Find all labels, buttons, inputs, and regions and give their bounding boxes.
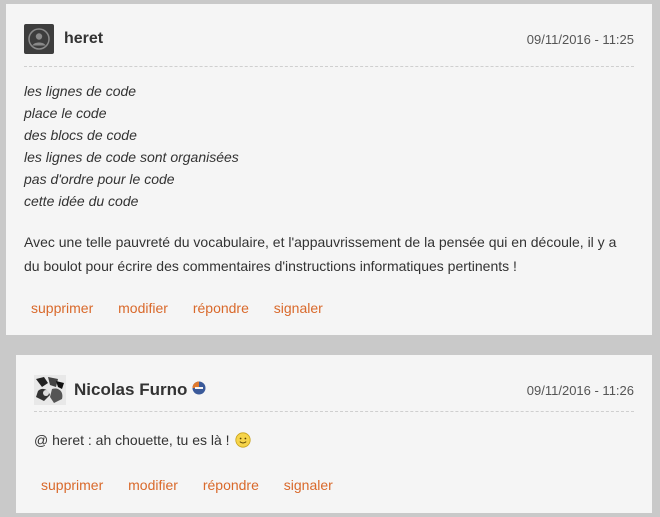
code-line: les lignes de code sont organisées: [24, 149, 239, 165]
code-line: les lignes de code: [24, 83, 137, 99]
smiley-icon: [235, 432, 252, 448]
delete-link[interactable]: supprimer: [41, 477, 103, 493]
comment-header: heret 09/11/2016 - 11:25: [24, 24, 634, 67]
code-line: cette idée du code: [24, 193, 139, 209]
comment-card: Nicolas Furno 09/11/2016 - 11:26 @ heret…: [16, 355, 652, 513]
code-line: des blocs de code: [24, 127, 137, 143]
comment-date: 09/11/2016 - 11:26: [526, 383, 634, 398]
code-line: pas d'ordre pour le code: [24, 171, 175, 187]
edit-link[interactable]: modifier: [118, 300, 168, 316]
report-link[interactable]: signaler: [274, 300, 323, 316]
report-link[interactable]: signaler: [284, 477, 333, 493]
comment-card: heret 09/11/2016 - 11:25 les lignes de c…: [6, 4, 652, 335]
comment-actions: supprimer modifier répondre signaler: [34, 477, 347, 493]
comment-paragraph: Avec une telle pauvreté du vocabulaire, …: [24, 234, 617, 274]
comment-header: Nicolas Furno 09/11/2016 - 11:26: [34, 375, 634, 412]
default-user-icon: [24, 24, 54, 54]
comment-author[interactable]: heret: [64, 30, 103, 48]
comment-author[interactable]: Nicolas Furno: [74, 380, 187, 400]
code-line: place le code: [24, 105, 107, 121]
avatar: [34, 375, 66, 405]
member-badge-icon: [192, 381, 206, 395]
comment-actions: supprimer modifier répondre signaler: [24, 300, 337, 316]
comment-code-lines: les lignes de code place le code des blo…: [24, 80, 634, 212]
delete-link[interactable]: supprimer: [31, 300, 93, 316]
comment-text: @ heret : ah chouette, tu es là !: [34, 432, 230, 448]
comment-date: 09/11/2016 - 11:25: [526, 32, 634, 47]
edit-link[interactable]: modifier: [128, 477, 178, 493]
comment-body: @ heret : ah chouette, tu es là !: [34, 429, 634, 451]
comment-body: les lignes de code place le code des blo…: [24, 80, 634, 278]
reply-link[interactable]: répondre: [203, 477, 259, 493]
reply-link[interactable]: répondre: [193, 300, 249, 316]
